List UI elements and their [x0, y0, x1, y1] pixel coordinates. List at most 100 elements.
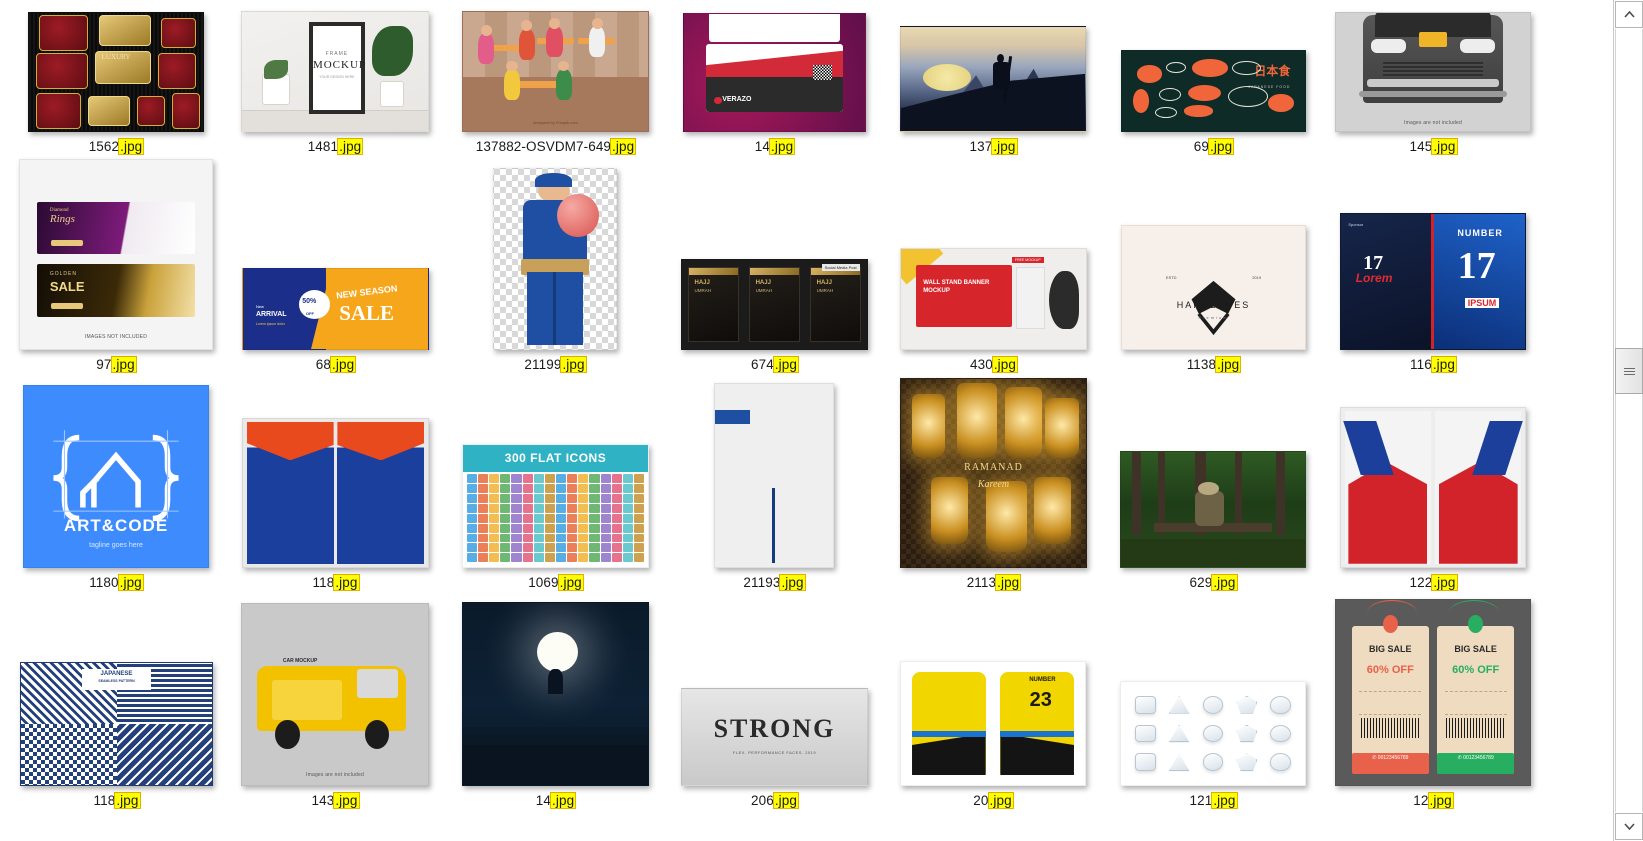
file-name-label[interactable]: 118.jpg — [94, 792, 141, 809]
scrollbar-track[interactable] — [1615, 29, 1643, 812]
file-extension-highlight: .jpg — [987, 792, 1014, 809]
file-name-label[interactable]: 12.jpg — [1413, 792, 1454, 809]
scroll-down-arrow-icon[interactable] — [1615, 813, 1643, 840]
file-name-label[interactable]: 629.jpg — [1190, 574, 1238, 591]
file-name-label[interactable]: 206.jpg — [751, 792, 800, 809]
file-name-label[interactable]: 1138.jpg — [1187, 356, 1242, 373]
file-item[interactable]: designed by Freepik.com 137882-OSVDM7-649… — [462, 9, 649, 155]
file-name-base: 69 — [1193, 139, 1210, 154]
file-thumbnail[interactable] — [900, 26, 1086, 132]
file-name-label[interactable]: 137.jpg — [970, 138, 1018, 155]
file-name-base: 1481 — [307, 139, 339, 154]
file-item[interactable]: 21199.jpg — [493, 166, 617, 373]
file-name-label[interactable]: 14.jpg — [755, 138, 796, 155]
file-thumbnail[interactable]: LUXURY — [28, 12, 204, 132]
file-name-label[interactable]: 21199.jpg — [524, 356, 587, 373]
file-thumbnail[interactable]: CAR MOCKUP Images are not included — [241, 603, 429, 786]
file-thumbnail[interactable]: Images are not included — [1335, 12, 1531, 132]
file-name-label[interactable]: 14.jpg — [536, 792, 577, 809]
file-thumbnail[interactable]: 50% OFF NEW SEASON SALE New ARRIVAL Lore… — [242, 268, 429, 350]
file-thumbnail[interactable] — [242, 418, 429, 568]
file-thumbnail[interactable] — [1120, 451, 1306, 568]
file-item[interactable]: 14.jpg — [462, 600, 649, 809]
file-name-label[interactable]: 116.jpg — [1410, 356, 1458, 373]
file-name-base: 21193 — [743, 575, 781, 590]
file-name-base: 118 — [312, 575, 335, 590]
file-thumbnail[interactable]: HAJJ UMRAH HAJJ UMRAH HAJJ UMRAH Social … — [681, 259, 868, 350]
file-thumbnail[interactable]: Sponsor 17 Lorem 17 NUMBER IPSUM — [1340, 213, 1526, 350]
file-name-label[interactable]: 2113.jpg — [967, 574, 1022, 591]
file-extension-highlight: .jpg — [337, 138, 364, 155]
file-name-label[interactable]: 122.jpg — [1410, 574, 1458, 591]
file-item[interactable]: RAMANAD Kareem 2113.jpg — [900, 376, 1087, 591]
file-item[interactable]: STRONG FLEX. PERFORMANCE FACES. 2019 206.… — [681, 686, 868, 809]
file-item[interactable]: WALL STAND BANNER MOCKUP FREE MOCKUP 430.… — [900, 246, 1087, 373]
file-grid[interactable]: LUXURY 1562.jpg FRAME MOCKUP YOUR DESIGN … — [0, 0, 1548, 841]
file-name-label[interactable]: 674.jpg — [751, 356, 800, 373]
file-thumbnail[interactable]: WALL STAND BANNER MOCKUP FREE MOCKUP — [900, 248, 1087, 350]
scrollbar-thumb[interactable] — [1615, 348, 1643, 394]
file-thumbnail[interactable]: JAPANESE SEAMLESS PATTERN — [20, 662, 213, 786]
file-item[interactable]: NUMBER 23 20.jpg — [900, 659, 1086, 809]
file-item[interactable]: HAJJ UMRAH HAJJ UMRAH HAJJ UMRAH Social … — [681, 257, 868, 373]
file-thumbnail[interactable]: STRONG FLEX. PERFORMANCE FACES. 2019 — [681, 688, 868, 786]
file-name-label[interactable]: 1562.jpg — [89, 138, 145, 155]
file-extension-highlight: .jpg — [772, 356, 800, 373]
file-item[interactable]: 50% OFF NEW SEASON SALE New ARRIVAL Lore… — [242, 266, 429, 373]
file-item[interactable]: Images are not included 145.jpg — [1335, 10, 1531, 155]
file-name-label[interactable]: 1069.jpg — [528, 574, 584, 591]
file-item[interactable]: 118.jpg — [242, 416, 429, 591]
file-thumbnail[interactable]: FRAME MOCKUP YOUR DESIGN HERE — [241, 11, 429, 132]
file-thumbnail[interactable] — [1120, 681, 1306, 786]
file-item[interactable]: Rings Diamond GOLDEN SALE IMAGES NOT INC… — [19, 157, 213, 373]
file-name-label[interactable]: 118.jpg — [312, 574, 360, 591]
file-thumbnail[interactable] — [714, 383, 834, 568]
file-thumbnail[interactable]: RAMANAD Kareem — [900, 378, 1087, 568]
file-item[interactable]: HANDLOVES Premium ESTD 2019 1138.jpg — [1121, 223, 1306, 373]
scroll-up-arrow-icon[interactable] — [1615, 1, 1643, 28]
file-name-label[interactable]: 121.jpg — [1190, 792, 1238, 809]
file-item[interactable]: 121.jpg — [1120, 679, 1306, 809]
file-name-label[interactable]: 69.jpg — [1193, 138, 1235, 155]
file-name-label[interactable]: 68.jpg — [316, 356, 357, 373]
file-thumbnail[interactable] — [1340, 407, 1526, 568]
file-thumbnail[interactable]: 日本食 JAPANESE FOOD — [1121, 50, 1306, 132]
file-item[interactable]: Sponsor 17 Lorem 17 NUMBER IPSUM 116.jpg — [1340, 211, 1526, 373]
file-item[interactable]: 300 FLAT ICONS 1069.jpg — [462, 442, 649, 591]
file-item[interactable]: 日本食 JAPANESE FOOD 69.jpg — [1121, 48, 1306, 155]
file-thumbnail[interactable] — [493, 168, 617, 350]
file-item[interactable]: 137.jpg — [900, 24, 1086, 155]
file-item[interactable]: JAPANESE SEAMLESS PATTERN 118.jpg — [20, 660, 213, 809]
file-name-label[interactable]: 430.jpg — [970, 356, 1019, 373]
file-item[interactable]: 629.jpg — [1120, 449, 1306, 591]
file-name-label[interactable]: 97.jpg — [96, 356, 137, 373]
file-item[interactable]: VERAZO 14.jpg — [683, 11, 866, 155]
file-name-label[interactable]: 1180.jpg — [89, 574, 144, 591]
file-thumbnail[interactable]: Rings Diamond GOLDEN SALE IMAGES NOT INC… — [19, 159, 213, 350]
file-name-label[interactable]: 20.jpg — [973, 792, 1014, 809]
file-name-label[interactable]: 137882-OSVDM7-649.jpg — [476, 138, 637, 155]
explorer-thumbnail-view: LUXURY 1562.jpg FRAME MOCKUP YOUR DESIGN … — [0, 0, 1643, 841]
vertical-scrollbar[interactable] — [1613, 0, 1643, 841]
file-item[interactable]: ART&CODE tagline goes here 1180.jpg — [23, 383, 209, 591]
file-name-label[interactable]: 21193.jpg — [743, 574, 806, 591]
file-name-label[interactable]: 145.jpg — [1410, 138, 1458, 155]
file-name-label[interactable]: 143.jpg — [312, 792, 360, 809]
file-thumbnail[interactable]: designed by Freepik.com — [462, 11, 649, 132]
file-item[interactable]: CAR MOCKUP Images are not included 143.jp… — [241, 601, 429, 809]
file-name-label[interactable]: 1481.jpg — [307, 138, 364, 155]
file-thumbnail[interactable]: BIG SALE 60% OFF ✆ 00123456789 BIG SALE … — [1335, 599, 1531, 786]
file-thumbnail[interactable] — [462, 602, 649, 786]
file-item[interactable]: BIG SALE 60% OFF ✆ 00123456789 BIG SALE … — [1335, 597, 1531, 809]
file-thumbnail[interactable]: 300 FLAT ICONS — [462, 444, 649, 568]
file-item[interactable]: 21193.jpg — [714, 381, 834, 591]
file-extension-highlight: .jpg — [550, 792, 577, 809]
file-extension-highlight: .jpg — [610, 138, 637, 155]
file-item[interactable]: LUXURY 1562.jpg — [28, 10, 204, 155]
file-thumbnail[interactable]: HANDLOVES Premium ESTD 2019 — [1121, 225, 1306, 350]
file-thumbnail[interactable]: NUMBER 23 — [900, 661, 1086, 786]
file-thumbnail[interactable]: VERAZO — [683, 13, 866, 132]
file-thumbnail[interactable]: ART&CODE tagline goes here — [23, 385, 209, 568]
file-item[interactable]: FRAME MOCKUP YOUR DESIGN HERE 1481.jpg — [241, 9, 429, 155]
file-item[interactable]: 122.jpg — [1340, 405, 1526, 591]
